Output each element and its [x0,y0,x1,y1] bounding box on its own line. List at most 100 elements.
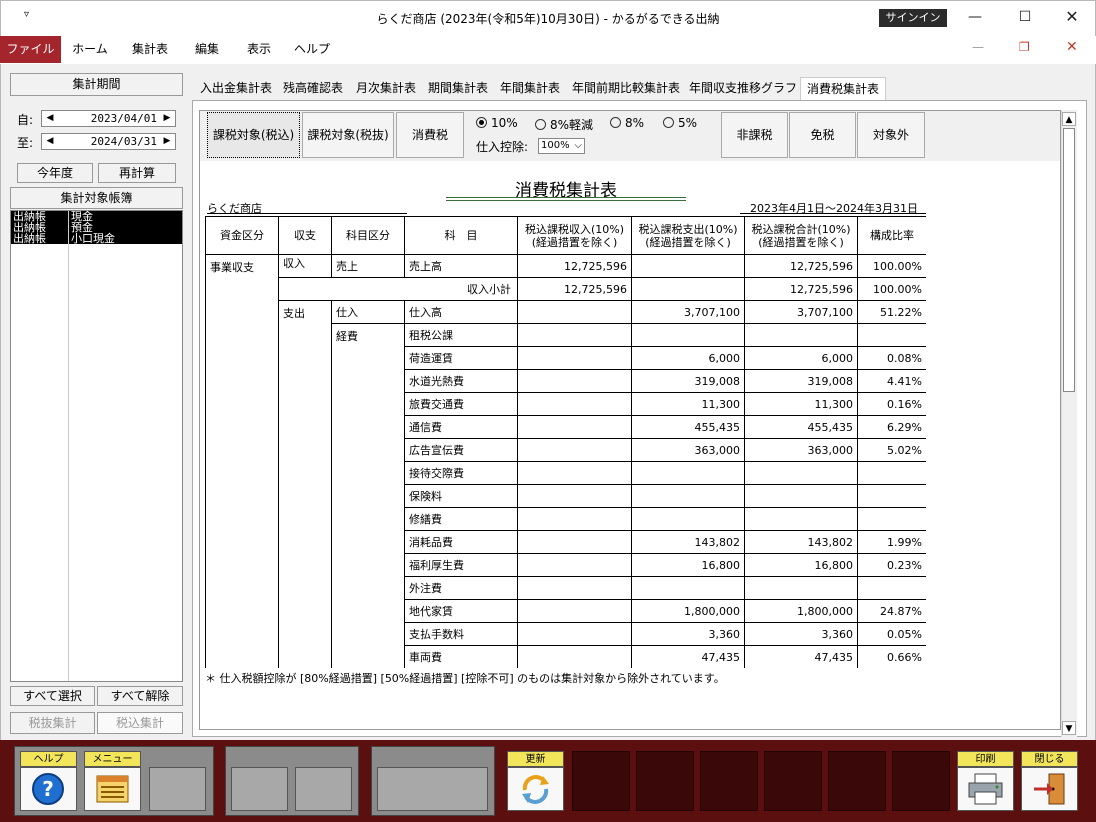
svg-text:?: ? [42,777,54,801]
from-next-arrow-icon[interactable]: ▶ [160,111,174,126]
account-book: 出納帳 [13,232,46,245]
income-amount-cell [517,346,632,370]
total-amount-cell: 6,000 [744,346,858,370]
expense-amount-cell: 16,800 [631,553,745,577]
expense-amount-cell: 11,300 [631,392,745,416]
income-amount-cell [517,484,632,508]
header-cell: 資金区分 [205,216,279,255]
empty-slot [636,751,694,811]
this-year-button[interactable]: 今年度 [17,163,93,183]
scroll-up-icon[interactable]: ▲ [1062,112,1076,126]
tab-period[interactable]: 期間集計表 [424,77,492,100]
taxable-excl-button[interactable]: 課税対象(税抜) [302,112,394,158]
total-amount-cell: 3,707,100 [744,300,858,324]
expense-amount-cell [631,576,745,600]
account-name-cell: 仕入高 [404,300,518,324]
from-date-value[interactable]: 2023/04/01 [58,111,160,126]
scrollbar-thumb[interactable] [1063,128,1075,392]
radio-icon [663,117,674,128]
tab-cashflow-summary[interactable]: 入出金集計表 [196,77,276,100]
account-name-cell: 広告宣伝費 [404,438,518,462]
account-list[interactable]: 出納帳 現金 出納帳 預金 出納帳 小口現金 [10,210,183,682]
update-button[interactable] [507,767,564,811]
menu-reports[interactable]: 集計表 [125,36,175,63]
mdi-restore-icon[interactable]: ❐ [1019,40,1030,54]
tab-balance-check[interactable]: 残高確認表 [279,77,347,100]
from-prev-arrow-icon[interactable]: ◀ [43,111,57,126]
exempt-button[interactable]: 免税 [789,112,856,158]
deselect-all-button[interactable]: すべて解除 [97,686,183,706]
out-of-scope-button[interactable]: 対象外 [857,112,925,158]
account-name-cell: 租税公課 [404,323,518,347]
income-amount-cell [517,369,632,393]
rate-label: 5% [678,116,698,130]
rate-label: 8% [625,116,645,130]
menu-view[interactable]: 表示 [240,36,278,63]
income-amount-cell [517,415,632,439]
ratio-cell: 100.00% [857,254,926,278]
rate-10-radio[interactable]: 10% [476,116,518,130]
tab-annual-graph[interactable]: 年間収支推移グラフ [688,77,798,100]
tab-consumption-tax[interactable]: 消費税集計表 [800,77,886,100]
expense-amount-cell: 143,802 [631,530,745,554]
ratio-cell: 0.23% [857,553,926,577]
total-amount-cell: 47,435 [744,645,858,668]
account-name-cell: 荷造運賃 [404,346,518,370]
empty-slot [572,751,630,811]
menu-home[interactable]: ホーム [68,36,112,63]
to-next-arrow-icon[interactable]: ▶ [160,134,174,149]
account-name-cell: 地代家賃 [404,599,518,623]
menu-button[interactable] [84,767,141,811]
nontaxable-button[interactable]: 非課税 [721,112,788,158]
menu-help[interactable]: ヘルプ [292,36,332,63]
help-button[interactable]: ? [20,767,77,811]
to-prev-arrow-icon[interactable]: ◀ [43,134,57,149]
menu-edit[interactable]: 編集 [188,36,226,63]
close-button[interactable] [1021,767,1078,811]
rate-8-radio[interactable]: 8% [610,116,644,130]
taxable-incl-button[interactable]: 課税対象(税込) [207,112,300,158]
tab-monthly[interactable]: 月次集計表 [352,77,420,100]
maximize-icon[interactable]: ☐ [1005,6,1045,28]
account-row[interactable]: 出納帳 小口現金 [11,233,182,244]
to-date-value[interactable]: 2024/03/31 [58,134,160,149]
consumption-tax-button[interactable]: 消費税 [396,112,464,158]
ratio-cell: 51.22% [857,300,926,324]
mdi-close-icon[interactable]: ✕ [1066,39,1078,55]
income-amount-cell [517,576,632,600]
close-icon[interactable]: ✕ [1052,6,1092,28]
empty-slot [828,751,886,811]
tax-excl-tab[interactable]: 税抜集計 [10,712,95,734]
deduction-select[interactable]: 100% ⌵ [538,138,585,154]
total-amount-cell: 455,435 [744,415,858,439]
total-amount-cell: 3,360 [744,622,858,646]
recalc-button[interactable]: 再計算 [98,163,176,183]
table-row: 支出 仕入 仕入高 3,707,100 3,707,100 51.22% [206,300,926,668]
ratio-cell: 4.41% [857,369,926,393]
category-cell: 経費 [331,323,405,668]
tab-annual-comparison[interactable]: 年間前期比較集計表 [568,77,684,100]
expense-amount-cell [631,277,745,301]
printer-icon [968,773,1003,805]
tax-incl-tab[interactable]: 税込集計 [97,712,183,734]
ratio-cell: 5.02% [857,438,926,462]
mdi-minimize-icon[interactable]: — [972,40,984,54]
table-row: 収入小計 12,725,596 12,725,596 100.00% [206,277,926,301]
account-name-cell: 接待交際費 [404,461,518,485]
income-amount-cell [517,599,632,623]
menu-file[interactable]: ファイル [0,36,61,63]
select-all-button[interactable]: すべて選択 [10,686,95,706]
empty-slot [295,767,352,811]
account-name-cell: 福利厚生費 [404,553,518,577]
expense-amount-cell [631,323,745,347]
header-cell: 税込課税合計(10%) (経過措置を除く) [744,216,858,255]
minimize-icon[interactable]: — [955,6,995,28]
rate-5-radio[interactable]: 5% [663,116,697,130]
scroll-down-icon[interactable]: ▼ [1062,721,1076,735]
total-amount-cell: 363,000 [744,438,858,462]
signin-button[interactable]: サインイン [879,9,947,27]
print-button[interactable] [957,767,1014,811]
account-name-cell: 水道光熱費 [404,369,518,393]
tab-annual[interactable]: 年間集計表 [496,77,564,100]
rate-8-reduced-radio[interactable]: 8%軽減 [535,116,593,133]
